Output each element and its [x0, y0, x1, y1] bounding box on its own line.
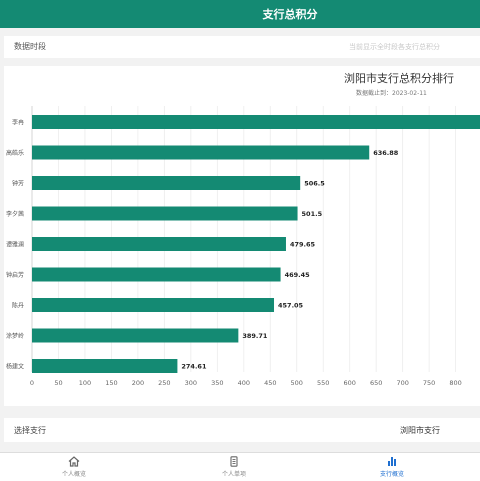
category-label: 涂梦岭 — [6, 332, 24, 340]
x-tick-label: 750 — [423, 379, 435, 387]
x-tick-label: 250 — [158, 379, 170, 387]
tab-label: 支行概览 — [379, 471, 404, 478]
period-row[interactable]: 数据时段 当前显示全时段各支行总积分 — [4, 36, 480, 58]
x-tick-label: 150 — [105, 379, 117, 387]
category-label: 谭雅澜 — [6, 241, 24, 249]
tab-personal-item[interactable]: 个人单项 — [174, 453, 294, 481]
x-tick-label: 500 — [291, 379, 303, 387]
x-tick-label: 600 — [343, 379, 355, 387]
document-icon — [230, 456, 238, 467]
x-tick-label: 650 — [370, 379, 382, 387]
x-tick-label: 450 — [264, 379, 276, 387]
tab-branch-overview[interactable]: 支行概览 — [332, 453, 452, 481]
category-label: 高皓乐 — [6, 149, 24, 157]
tab-label: 个人概览 — [61, 471, 86, 478]
tab-personal-overview[interactable]: 个人概览 — [14, 453, 134, 481]
tab-label: 个人单项 — [221, 471, 246, 478]
x-tick-label: 550 — [317, 379, 329, 387]
x-tick-label: 100 — [79, 379, 91, 387]
x-tick-label: 700 — [396, 379, 408, 387]
category-label: 钟启芳 — [6, 271, 24, 279]
x-tick-label: 300 — [185, 379, 197, 387]
category-label: 陈丹 — [12, 302, 24, 310]
app-header: 支行总积分 — [0, 0, 480, 28]
page-title: 支行总积分 — [262, 8, 318, 21]
bar — [32, 115, 480, 129]
data-label: 506.5 — [304, 180, 325, 188]
bar — [32, 206, 298, 221]
category-label: 李冉 — [12, 119, 24, 127]
bar — [32, 267, 281, 282]
period-label: 数据时段 — [14, 42, 46, 51]
bar — [32, 328, 239, 343]
home-icon — [68, 456, 80, 467]
data-label: 501.5 — [302, 210, 323, 218]
ranking-chart: 0 50 100 150 200 250 300 350 400 450 500 550 600 650 7… — [6, 106, 480, 387]
branch-select-value[interactable]: 浏阳市支行 — [400, 425, 440, 436]
x-tick-label: 200 — [132, 379, 144, 387]
bar — [32, 145, 370, 160]
x-tick-label: 400 — [238, 379, 250, 387]
period-hint: 当前显示全时段各支行总积分 — [349, 43, 440, 51]
x-tick-label: 0 — [30, 379, 34, 387]
data-label: 469.45 — [285, 271, 311, 279]
category-label: 钟芳 — [12, 180, 24, 188]
chart-subtitle: 数据截止到：2023-02-11 — [356, 90, 427, 97]
bar-chart-icon — [388, 457, 396, 466]
category-label: 李夕茜 — [6, 210, 24, 218]
bar — [32, 359, 178, 373]
bottom-tab-bar: 个人概览 个人单项 支行概览 — [0, 452, 480, 481]
x-tick-label: 350 — [211, 379, 223, 387]
branch-select[interactable]: 选择支行 浏阳市支行 — [4, 418, 480, 442]
category-label: 杨建文 — [6, 363, 24, 371]
bar — [32, 298, 275, 312]
x-tick-label: 50 — [54, 379, 62, 387]
chart-title: 浏阳市支行总积分排行 — [344, 72, 454, 85]
x-tick-label: 800 — [449, 379, 461, 387]
bar — [32, 237, 286, 251]
branch-select-label: 选择支行 — [14, 426, 46, 435]
data-label: 479.65 — [290, 241, 316, 249]
data-label: 274.61 — [181, 363, 207, 371]
data-label: 457.05 — [278, 302, 304, 310]
data-label: 636.88 — [373, 149, 399, 157]
data-label: 389.71 — [242, 332, 268, 340]
bar — [32, 176, 301, 190]
ranking-chart-card: 0 50 100 150 200 250 300 350 400 450 500 550 600 650 7… — [4, 66, 480, 406]
